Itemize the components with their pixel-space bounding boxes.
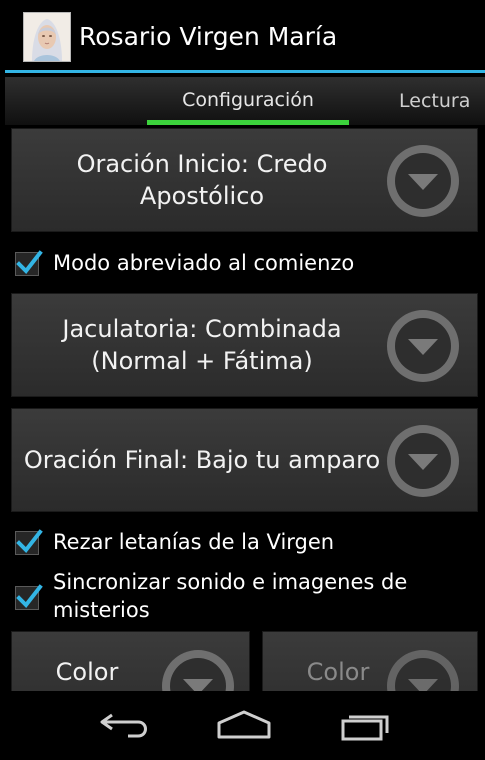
chevron-down-icon[interactable]	[162, 650, 234, 691]
action-bar: Rosario Virgen María	[0, 0, 485, 72]
oracion-inicio-spinner[interactable]: Oración Inicio: Credo Apostólico	[11, 128, 478, 232]
rezar-letanias-row[interactable]: Rezar letanías de la Virgen	[15, 529, 475, 559]
tab-configuracion[interactable]: Configuración	[143, 77, 353, 125]
modo-abreviado-label: Modo abreviado al comienzo	[53, 251, 355, 275]
jaculatoria-label: Jaculatoria: Combinada (Normal + Fátima)	[62, 315, 342, 375]
recent-apps-icon[interactable]	[333, 703, 403, 743]
modo-abreviado-row[interactable]: Modo abreviado al comienzo	[15, 250, 475, 280]
screen: Rosario Virgen María Configuración Lectu…	[0, 0, 485, 760]
chevron-down-icon[interactable]	[387, 650, 459, 691]
checkmark-icon	[16, 250, 43, 275]
oracion-final-spinner[interactable]: Oración Final: Bajo tu amparo	[11, 408, 478, 512]
jaculatoria-spinner[interactable]: Jaculatoria: Combinada (Normal + Fátima)	[11, 293, 478, 397]
app-icon[interactable]	[23, 12, 71, 62]
modo-abreviado-checkbox[interactable]	[15, 250, 43, 276]
chevron-down-icon[interactable]	[387, 145, 459, 217]
color-spinner-left[interactable]: Color	[11, 631, 250, 691]
chevron-down-icon[interactable]	[387, 310, 459, 382]
sincronizar-label: Sincronizar sonido e imagenes de misteri…	[53, 570, 408, 622]
checkmark-icon	[16, 529, 43, 554]
rezar-letanias-checkbox[interactable]	[15, 529, 43, 555]
chevron-down-icon[interactable]	[387, 425, 459, 497]
app-title: Rosario Virgen María	[79, 22, 338, 51]
oracion-final-label: Oración Final: Bajo tu amparo	[23, 446, 381, 474]
home-icon[interactable]	[209, 703, 279, 743]
settings-list[interactable]: Oración Inicio: Credo Apostólico Modo ab…	[0, 126, 485, 691]
navigation-bar	[0, 691, 485, 760]
back-arrow-icon[interactable]	[92, 703, 162, 743]
rezar-letanias-label: Rezar letanías de la Virgen	[53, 530, 335, 554]
tab-lectura-label: Lectura	[399, 90, 471, 112]
checkmark-icon	[16, 584, 43, 609]
color-left-label: Color	[55, 658, 119, 686]
color-spinner-right[interactable]: Color	[262, 631, 478, 691]
tab-lectura[interactable]: Lectura	[397, 77, 485, 125]
tab-bar: Configuración Lectura	[5, 77, 485, 125]
sincronizar-checkbox[interactable]	[15, 584, 43, 610]
oracion-inicio-label: Oración Inicio: Credo Apostólico	[76, 150, 328, 210]
tab-configuracion-label: Configuración	[182, 89, 314, 111]
actionbar-divider	[5, 70, 485, 73]
tab-selected-indicator	[147, 120, 349, 125]
